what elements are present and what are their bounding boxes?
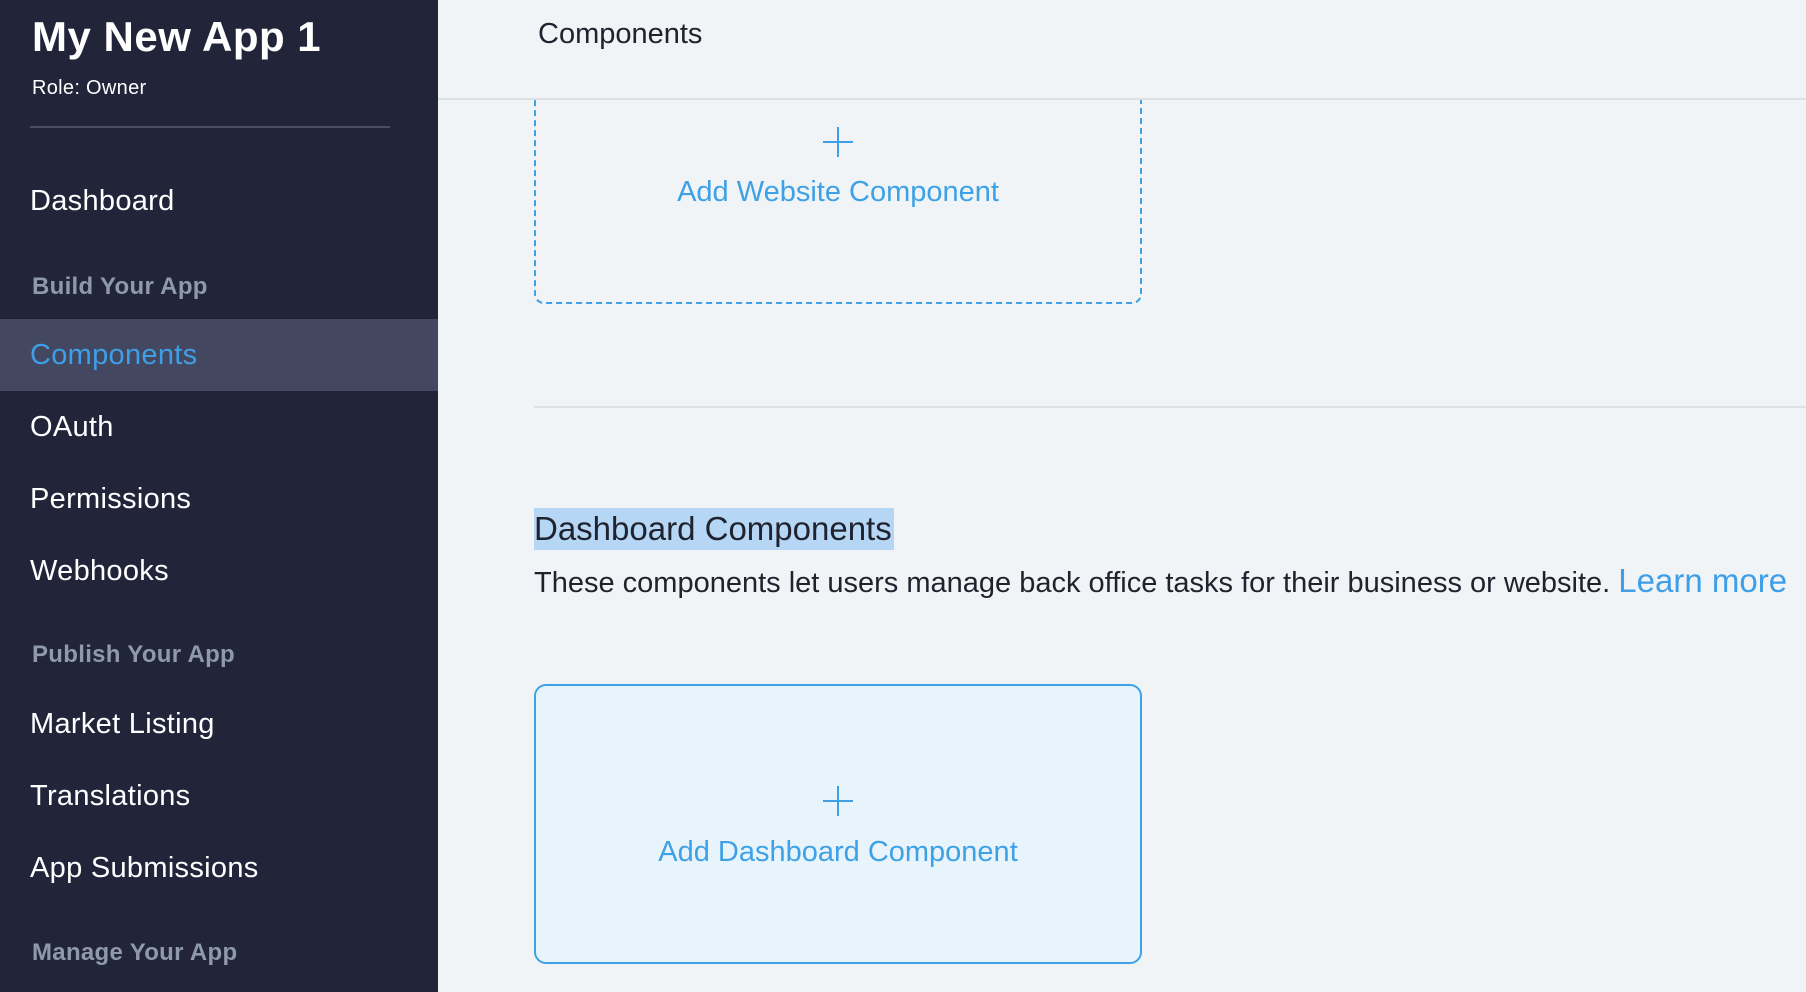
plus-icon (823, 786, 853, 816)
add-website-component-label: Add Website Component (677, 176, 999, 208)
app-role: Role: Owner (32, 77, 147, 99)
sidebar: My New App 1 Role: Owner Dashboard Build… (0, 0, 438, 992)
dashboard-components-description: These components let users manage back o… (534, 562, 1787, 602)
sidebar-section-manage-your-app: Manage Your App (32, 939, 238, 966)
description-text: These components let users manage back o… (534, 567, 1611, 599)
sidebar-section-publish-your-app: Publish Your App (32, 641, 236, 668)
sidebar-item-oauth[interactable]: OAuth (0, 391, 438, 463)
section-divider (534, 406, 1806, 408)
plus-icon (823, 127, 853, 157)
learn-more-link[interactable]: Learn more (1618, 562, 1787, 599)
sidebar-item-components[interactable]: Components (0, 319, 438, 391)
add-dashboard-component-label: Add Dashboard Component (658, 836, 1018, 868)
sidebar-item-permissions[interactable]: Permissions (0, 463, 438, 535)
page-title: Components (538, 18, 703, 50)
sidebar-item-market-listing[interactable]: Market Listing (0, 688, 438, 760)
dashboard-components-heading: Dashboard Components (534, 508, 894, 550)
sidebar-item-app-submissions[interactable]: App Submissions (0, 832, 438, 904)
top-bar: Components (438, 0, 1806, 100)
add-dashboard-component-button[interactable]: Add Dashboard Component (534, 684, 1142, 964)
app-title: My New App 1 (32, 13, 322, 60)
sidebar-item-dashboard[interactable]: Dashboard (0, 165, 438, 237)
sidebar-item-webhooks[interactable]: Webhooks (0, 535, 438, 607)
sidebar-item-translations[interactable]: Translations (0, 760, 438, 832)
sidebar-section-build-your-app: Build Your App (32, 273, 208, 300)
sidebar-divider (30, 126, 390, 128)
